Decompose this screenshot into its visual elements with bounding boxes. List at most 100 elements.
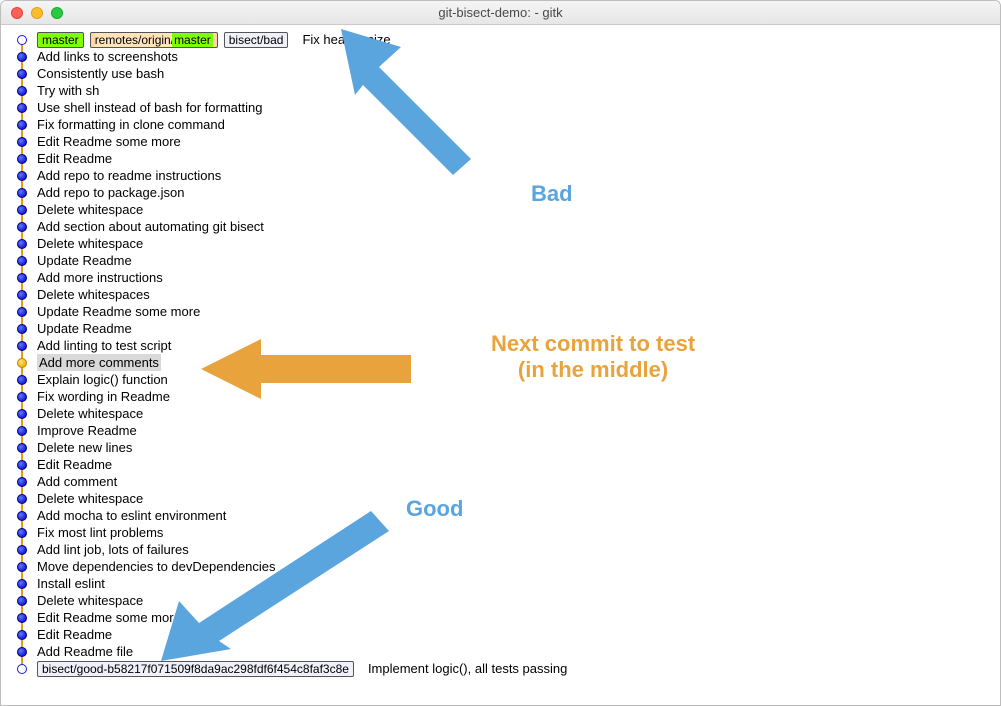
commit-message: Delete whitespace [37, 405, 143, 422]
commit-message: Edit Readme some more [37, 133, 181, 150]
commit-row[interactable]: Edit Readme [17, 150, 992, 167]
commit-row[interactable]: Use shell instead of bash for formatting [17, 99, 992, 116]
commit-row[interactable]: Add more comments [17, 354, 992, 371]
commit-message: Add repo to package.json [37, 184, 184, 201]
commit-message: Try with sh [37, 82, 99, 99]
commit-message: Delete whitespace [37, 201, 143, 218]
commit-node-icon [17, 171, 27, 181]
commit-node-icon [17, 392, 27, 402]
commit-message: Update Readme some more [37, 303, 200, 320]
commit-row[interactable]: master remotes/origin/master bisect/bad Fix… [17, 31, 992, 48]
commit-row[interactable]: Add linting to test script [17, 337, 992, 354]
commit-row[interactable]: Move dependencies to devDependencies [17, 558, 992, 575]
maximize-icon[interactable] [51, 7, 63, 19]
tag-head[interactable]: master [37, 32, 84, 48]
commit-row[interactable]: Edit Readme some more [17, 609, 992, 626]
commit-row[interactable]: Consistently use bash [17, 65, 992, 82]
commit-node-icon [17, 630, 27, 640]
commit-row[interactable]: Add repo to readme instructions [17, 167, 992, 184]
commit-row[interactable]: Delete whitespace [17, 405, 992, 422]
commit-row[interactable]: Add mocha to eslint environment [17, 507, 992, 524]
commit-row[interactable]: Edit Readme [17, 456, 992, 473]
commit-row[interactable]: Add repo to package.json [17, 184, 992, 201]
commit-message: Add section about automating git bisect [37, 218, 264, 235]
commit-row[interactable]: Add lint job, lots of failures [17, 541, 992, 558]
commit-row[interactable]: bisect/good-b58217f071509f8da9ac298fdf6f… [17, 660, 992, 677]
commit-message: Fix formatting in clone command [37, 116, 225, 133]
titlebar[interactable]: git-bisect-demo: - gitk [1, 1, 1000, 25]
commit-row[interactable]: Try with sh [17, 82, 992, 99]
commit-node-icon [17, 358, 27, 368]
commit-node-icon [17, 528, 27, 538]
commit-message: Update Readme [37, 252, 132, 269]
commit-node-icon [17, 103, 27, 113]
commit-node-icon [17, 290, 27, 300]
commit-row[interactable]: Fix formatting in clone command [17, 116, 992, 133]
tag-bisect-bad[interactable]: bisect/bad [224, 32, 289, 48]
commit-node-icon [17, 375, 27, 385]
commit-row[interactable]: Edit Readme [17, 626, 992, 643]
window: git-bisect-demo: - gitk master remotes/or… [0, 0, 1001, 706]
close-icon[interactable] [11, 7, 23, 19]
commit-node-icon [17, 273, 27, 283]
commit-message: Improve Readme [37, 422, 137, 439]
commit-node-icon [17, 222, 27, 232]
commit-message: Delete new lines [37, 439, 132, 456]
commit-message: Add linting to test script [37, 337, 171, 354]
commit-row[interactable]: Add Readme file [17, 643, 992, 660]
commit-node-icon [17, 324, 27, 334]
commit-row[interactable]: Fix most lint problems [17, 524, 992, 541]
commit-node-icon [17, 443, 27, 453]
commit-message: Add repo to readme instructions [37, 167, 221, 184]
commit-node-icon [17, 460, 27, 470]
commit-node-icon [17, 35, 27, 45]
commit-node-icon [17, 409, 27, 419]
commit-row[interactable]: Install eslint [17, 575, 992, 592]
commit-row[interactable]: Add section about automating git bisect [17, 218, 992, 235]
commit-message: Delete whitespace [37, 490, 143, 507]
commit-node-icon [17, 511, 27, 521]
commit-row[interactable]: Delete whitespace [17, 592, 992, 609]
commit-message: Update Readme [37, 320, 132, 337]
commit-row[interactable]: Explain logic() function [17, 371, 992, 388]
commit-node-icon [17, 613, 27, 623]
commit-message: Delete whitespaces [37, 286, 150, 303]
commit-message: Edit Readme [37, 456, 112, 473]
commit-node-icon [17, 307, 27, 317]
commit-row[interactable]: Delete whitespace [17, 490, 992, 507]
commit-row[interactable]: Edit Readme some more [17, 133, 992, 150]
commit-node-icon [17, 120, 27, 130]
commit-node-icon [17, 426, 27, 436]
tag-remote[interactable]: remotes/origin/master [90, 32, 218, 48]
commit-row[interactable]: Add links to screenshots [17, 48, 992, 65]
commit-node-icon [17, 477, 27, 487]
commit-node-icon [17, 545, 27, 555]
commit-message: Fix header size [302, 31, 390, 48]
commit-node-icon [17, 256, 27, 266]
commit-row[interactable]: Delete whitespace [17, 235, 992, 252]
commit-row[interactable]: Delete new lines [17, 439, 992, 456]
commit-node-icon [17, 205, 27, 215]
commit-row[interactable]: Add comment [17, 473, 992, 490]
commit-row[interactable]: Update Readme [17, 252, 992, 269]
commit-row[interactable]: Update Readme some more [17, 303, 992, 320]
commit-row[interactable]: Fix wording in Readme [17, 388, 992, 405]
commit-row[interactable]: Add more instructions [17, 269, 992, 286]
commit-node-icon [17, 494, 27, 504]
commit-node-icon [17, 596, 27, 606]
commit-graph[interactable]: master remotes/origin/master bisect/bad Fix… [1, 25, 1000, 683]
commit-message: Add lint job, lots of failures [37, 541, 189, 558]
commit-node-icon [17, 69, 27, 79]
commit-message: Move dependencies to devDependencies [37, 558, 276, 575]
commit-message: Implement logic(), all tests passing [368, 660, 567, 677]
commit-row[interactable]: Update Readme [17, 320, 992, 337]
commit-row[interactable]: Delete whitespaces [17, 286, 992, 303]
tag-bisect-good[interactable]: bisect/good-b58217f071509f8da9ac298fdf6f… [37, 661, 354, 677]
minimize-icon[interactable] [31, 7, 43, 19]
commit-message: Use shell instead of bash for formatting [37, 99, 262, 116]
commit-node-icon [17, 86, 27, 96]
commit-message: Edit Readme [37, 150, 112, 167]
commit-node-icon [17, 137, 27, 147]
commit-row[interactable]: Improve Readme [17, 422, 992, 439]
commit-row[interactable]: Delete whitespace [17, 201, 992, 218]
